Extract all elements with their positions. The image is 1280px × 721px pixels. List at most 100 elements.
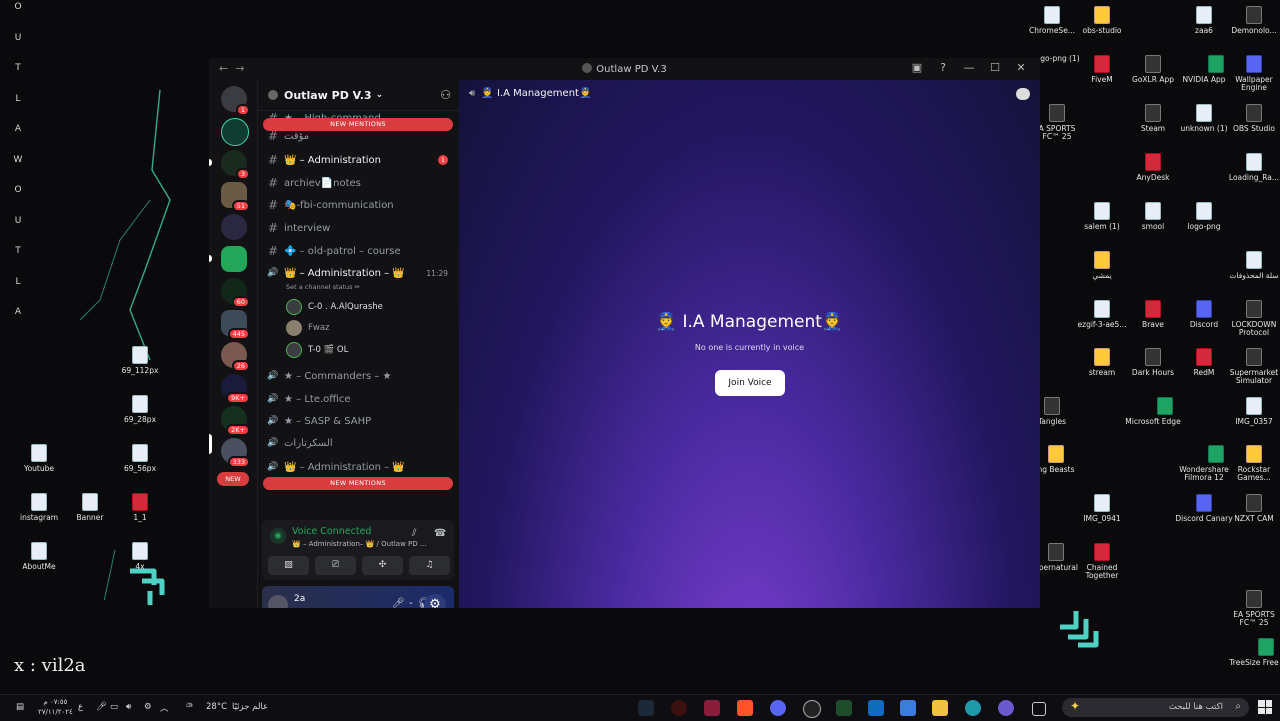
network-icon[interactable]: ▭: [110, 702, 118, 712]
desktop-icon[interactable]: IMG_0357: [1224, 397, 1280, 426]
search-box[interactable]: ✦ اكتب هنا للبحث ⌕: [1062, 698, 1249, 717]
channel-item[interactable]: # 🎭-fbi-communication: [266, 195, 452, 215]
desktop-icon[interactable]: Microsoft Edge: [1123, 397, 1183, 426]
server-icon[interactable]: [221, 214, 247, 240]
start-button[interactable]: [1258, 700, 1272, 714]
close-button[interactable]: ✕: [1008, 61, 1034, 74]
avatar[interactable]: [268, 595, 288, 608]
desktop-icon[interactable]: 69_112px: [110, 346, 170, 375]
volume-icon[interactable]: 🔊︎: [126, 702, 131, 712]
desktop-icon[interactable]: logo-png: [1174, 202, 1234, 231]
server-icon[interactable]: [221, 246, 247, 272]
language-indicator[interactable]: ع: [78, 702, 83, 712]
server-icon[interactable]: 2K+: [221, 406, 250, 436]
camera-off-button[interactable]: ▨: [268, 556, 309, 575]
channel-item[interactable]: # 💠 – old-patrol – course: [266, 241, 452, 261]
tray-app-icon[interactable]: ⚙: [144, 702, 152, 712]
channel-item[interactable]: # 👑 – Administration 1: [266, 150, 452, 170]
app-icon[interactable]: [770, 700, 786, 716]
desktop-icon[interactable]: Youtube: [9, 444, 69, 473]
voice-member[interactable]: C-0 . A.AlQurashe: [286, 298, 383, 316]
signal-icon[interactable]: ◉: [270, 528, 286, 544]
steam-app-icon[interactable]: [638, 700, 654, 716]
weather-text[interactable]: عالم جزئيًا: [232, 702, 268, 712]
copilot-app-icon[interactable]: [998, 700, 1014, 716]
help-icon[interactable]: ?: [930, 61, 956, 74]
title-bar[interactable]: ← → Outlaw PD V.3 ▣ ? — ☐ ✕: [209, 58, 1040, 80]
channel-item[interactable]: # interview: [266, 218, 452, 238]
gear-icon[interactable]: ⚙: [424, 594, 446, 608]
store-app-icon[interactable]: [900, 700, 916, 716]
edge-app-icon[interactable]: [965, 700, 981, 716]
voice-status[interactable]: Voice Connected: [292, 526, 371, 537]
file-explorer-icon[interactable]: [932, 700, 948, 716]
desktop-icon[interactable]: AnyDesk: [1123, 153, 1183, 182]
desktop-icon[interactable]: Loading_Ra...: [1224, 153, 1280, 182]
task-view-icon[interactable]: [1032, 702, 1046, 716]
activities-button[interactable]: ✣: [362, 556, 403, 575]
desktop-icon[interactable]: OBS Studio: [1224, 104, 1280, 133]
notification-icon[interactable]: ▤: [16, 702, 24, 712]
microphone-tray-icon[interactable]: 🎤︎: [96, 702, 107, 712]
chevron-up-icon[interactable]: ︿: [160, 702, 169, 714]
desktop-icon[interactable]: 69_28px: [110, 395, 170, 424]
voice-channel-item[interactable]: 🔊 ★ – SASP & SAHP: [266, 411, 452, 431]
voice-channel-link[interactable]: 👑 – Administration– 👑 / Outlaw PD ...: [292, 540, 427, 548]
desktop-icon[interactable]: Rockstar Games...: [1224, 445, 1280, 483]
server-header[interactable]: Outlaw PD V.3 ⌄ ⚇: [258, 80, 459, 111]
desktop-icon[interactable]: سلة المحذوفات: [1224, 251, 1280, 280]
desktop-icon[interactable]: 69_56px: [110, 444, 170, 473]
desktop-icon[interactable]: Supermarket Simulator: [1224, 348, 1280, 386]
voice-channel-item[interactable]: 🔊 ★ – Commanders – ★: [266, 366, 452, 386]
desktop-icon[interactable]: IMG_0941: [1072, 494, 1132, 523]
desktop-icon[interactable]: LOCKDOWN Protocol: [1224, 300, 1280, 338]
clock[interactable]: ٠٧:٥٥ م ٢٧/١١/٢٠٢٤: [38, 697, 73, 717]
desktop-icon[interactable]: NZXT CAM: [1224, 494, 1280, 523]
maximize-button[interactable]: ☐: [982, 61, 1008, 74]
voice-channel-item[interactable]: 🔊 السكرتارات: [266, 433, 452, 453]
inbox-icon[interactable]: ▣: [904, 61, 930, 74]
outlook-app-icon[interactable]: [868, 700, 884, 716]
chat-bubble-icon[interactable]: [1016, 88, 1030, 100]
channel-item[interactable]: # archiev📄notes: [266, 173, 452, 193]
add-member-icon[interactable]: ⚇: [440, 88, 451, 102]
voice-channel-item[interactable]: 🔊 ★ – Lte.office: [266, 389, 452, 409]
new-mentions-pill[interactable]: NEW: [217, 472, 249, 486]
weather-temp[interactable]: 28°C: [206, 702, 227, 712]
app-icon[interactable]: [803, 700, 821, 718]
app-icon[interactable]: [671, 700, 687, 716]
server-icon[interactable]: 51: [221, 182, 250, 212]
desktop-icon[interactable]: Wallpaper Engine: [1224, 55, 1280, 93]
desktop-icon[interactable]: A SPORTS FC™ 25: [1036, 104, 1078, 142]
screen-share-button[interactable]: ⎚: [315, 556, 356, 575]
new-mentions-banner[interactable]: NEW MENTIONS: [263, 477, 453, 490]
username[interactable]: 2a: [294, 594, 305, 604]
voice-channel-item-active[interactable]: 🔊 👑 – Administration – 👑 11:29: [266, 263, 452, 283]
voice-channel-item[interactable]: 🔊 👑 – Administration – 👑: [266, 457, 452, 477]
chevron-down-icon[interactable]: ⌄: [408, 598, 414, 606]
join-voice-button[interactable]: Join Voice: [715, 370, 785, 396]
server-icon[interactable]: 60: [221, 278, 250, 308]
desktop-icon[interactable]: 1_1: [110, 493, 170, 522]
discord-window[interactable]: ← → Outlaw PD V.3 ▣ ? — ☐ ✕ 1 3 51 60 44…: [209, 58, 1040, 608]
desktop-icon[interactable]: TreeSize Free: [1224, 638, 1280, 667]
server-icon[interactable]: [221, 118, 249, 146]
minimize-button[interactable]: —: [956, 61, 982, 74]
desktop-icon[interactable]: Demonolo...: [1224, 6, 1280, 35]
desktop-icon[interactable]: obs-studio: [1072, 6, 1132, 35]
server-icon[interactable]: 9K+: [221, 374, 250, 404]
desktop-icon[interactable]: Chained Together: [1072, 543, 1132, 581]
weather-icon[interactable]: ⛅︎: [186, 702, 193, 712]
app-icon[interactable]: [704, 700, 720, 716]
server-icon[interactable]: 445: [221, 310, 250, 340]
brave-app-icon[interactable]: [737, 700, 753, 716]
voice-member[interactable]: Fwaz: [286, 319, 330, 337]
noise-suppression-icon[interactable]: ⫽: [412, 528, 416, 539]
desktop-icon[interactable]: 4x: [110, 542, 170, 571]
disconnect-icon[interactable]: ☎: [434, 528, 446, 539]
soundboard-button[interactable]: ♫: [409, 556, 450, 575]
voice-member[interactable]: T-0 🎬 OL: [286, 341, 348, 359]
server-icon[interactable]: 333: [221, 438, 250, 468]
channel-item[interactable]: # مؤقت: [266, 126, 452, 146]
microphone-icon[interactable]: 🎤︎: [392, 598, 405, 608]
